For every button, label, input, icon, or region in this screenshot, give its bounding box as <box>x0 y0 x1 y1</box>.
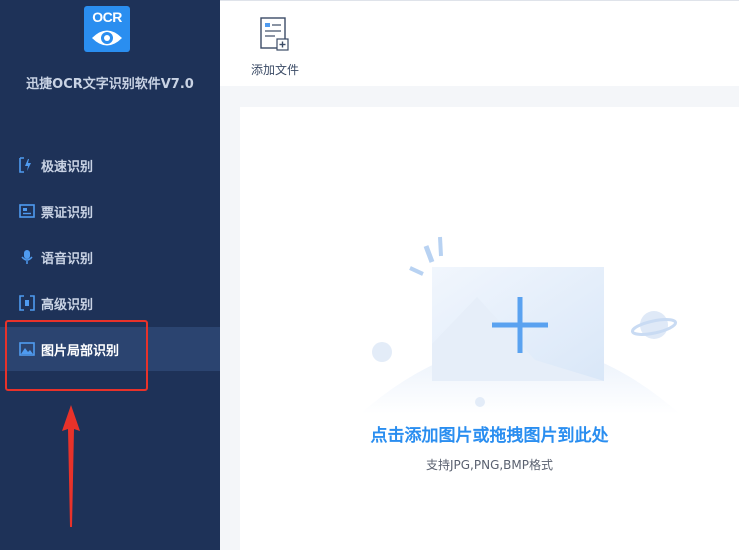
ocr-logo: OCR <box>84 6 130 52</box>
sidebar-item-advanced-recognition[interactable]: 高级识别 <box>0 281 220 325</box>
drop-zone-title: 点击添加图片或拖拽图片到此处 <box>370 426 609 446</box>
image-drop-zone[interactable]: 点击添加图片或拖拽图片到此处 支持JPG,PNG,BMP格式 <box>240 107 739 550</box>
bracket-scan-icon <box>19 295 35 311</box>
add-file-button[interactable]: 添加文件 <box>247 15 303 79</box>
lightning-scan-icon <box>19 157 31 173</box>
sidebar-item-label: 极速识别 <box>41 160 94 175</box>
sidebar-item-label: 高级识别 <box>41 298 94 313</box>
sidebar-item-fast-recognition[interactable]: 极速识别 <box>0 143 220 187</box>
sidebar-item-label: 语音识别 <box>41 252 94 267</box>
ticket-card-icon <box>19 204 35 218</box>
drop-zone-subtitle: 支持JPG,PNG,BMP格式 <box>425 458 554 472</box>
sidebar-item-ticket-recognition[interactable]: 票证识别 <box>0 189 220 233</box>
add-image-illustration <box>360 236 680 414</box>
microphone-icon <box>21 250 33 264</box>
annotation-arrow-up-icon <box>62 405 80 527</box>
toolbar: 添加文件 <box>220 0 739 86</box>
sidebar-item-voice-recognition[interactable]: 语音识别 <box>0 235 220 279</box>
add-file-label: 添加文件 <box>250 63 299 77</box>
sidebar-item-label: 票证识别 <box>41 206 94 221</box>
logo-text: OCR <box>92 9 122 25</box>
annotation-highlight-box <box>5 320 148 391</box>
eye-icon <box>92 30 122 46</box>
add-file-icon <box>260 17 289 51</box>
app-title: 迅捷OCR文字识别软件V7.0 <box>26 77 194 92</box>
sidebar: OCR 迅捷OCR文字识别软件V7.0 极速识别 票证识别 语音识别 高级识别 … <box>0 0 220 550</box>
